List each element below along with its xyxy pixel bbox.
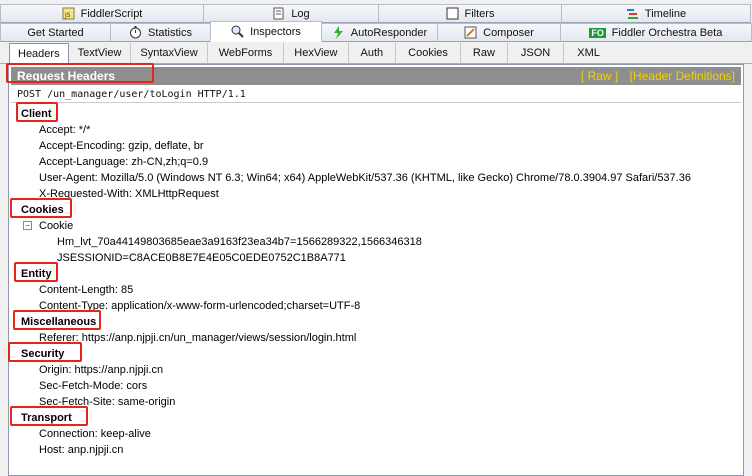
timeline-icon bbox=[626, 7, 639, 20]
header-item[interactable]: Content-Type: application/x-www-form-url… bbox=[39, 298, 360, 314]
tab-label: Fiddler Orchestra Beta bbox=[611, 26, 723, 39]
header-item[interactable]: Sec-Fetch-Site: same-origin bbox=[39, 394, 175, 410]
inspector-subtabs: Headers TextView SyntaxView WebForms Hex… bbox=[0, 43, 752, 64]
header-links: [ Raw ] [Header Definitions] bbox=[573, 69, 735, 83]
cookie-item[interactable]: Hm_lvt_70a44149803685eae3a9163f23ea34b7=… bbox=[57, 234, 422, 250]
group-miscellaneous[interactable]: Miscellaneous bbox=[21, 314, 96, 330]
header-item[interactable]: Content-Length: 85 bbox=[39, 282, 133, 298]
tab-label: Timeline bbox=[644, 7, 687, 20]
stopwatch-icon bbox=[129, 26, 142, 39]
group-cookies[interactable]: Cookies bbox=[21, 202, 64, 218]
subtab-label: Raw bbox=[472, 47, 495, 59]
tab-label: AutoResponder bbox=[350, 26, 428, 39]
subtab-raw[interactable]: Raw bbox=[461, 43, 508, 63]
header-item[interactable]: Accept-Encoding: gzip, deflate, br bbox=[39, 138, 203, 154]
tab-timeline[interactable]: Timeline bbox=[561, 4, 751, 23]
collapse-icon[interactable]: − bbox=[23, 221, 32, 230]
tab-composer[interactable]: Composer bbox=[437, 23, 561, 42]
group-entity[interactable]: Entity bbox=[21, 266, 52, 282]
subtab-label: JSON bbox=[520, 47, 551, 59]
tab-label: Get Started bbox=[27, 26, 84, 39]
request-headers-bar: Request Headers [ Raw ] [Header Definiti… bbox=[11, 67, 741, 85]
subtab-textview[interactable]: TextView bbox=[69, 43, 132, 63]
panel-title: Request Headers bbox=[17, 69, 116, 83]
lightning-icon bbox=[332, 26, 345, 39]
header-item[interactable]: Referer: https://anp.njpji.cn/un_manager… bbox=[39, 330, 356, 346]
subtab-json[interactable]: JSON bbox=[508, 43, 565, 63]
tab-filters[interactable]: Filters bbox=[378, 4, 562, 23]
raw-link[interactable]: [ Raw ] bbox=[581, 69, 618, 83]
fo-icon-text: FO bbox=[589, 27, 606, 38]
tab-get-started[interactable]: Get Started bbox=[0, 23, 111, 42]
tab-label: Log bbox=[291, 7, 310, 20]
subtab-label: HexView bbox=[294, 47, 338, 59]
header-item[interactable]: X-Requested-With: XMLHttpRequest bbox=[39, 186, 219, 202]
checkbox-icon bbox=[446, 7, 459, 20]
subtab-cookies[interactable]: Cookies bbox=[396, 43, 461, 63]
subtab-auth[interactable]: Auth bbox=[349, 43, 397, 63]
header-item[interactable]: Connection: keep-alive bbox=[39, 426, 151, 442]
tab-fiddlerscript[interactable]: JS FiddlerScript bbox=[0, 4, 204, 23]
fo-icon: FO bbox=[589, 26, 606, 39]
group-client[interactable]: Client bbox=[21, 106, 52, 122]
tab-label: Statistics bbox=[147, 26, 192, 39]
subtab-hexview[interactable]: HexView bbox=[284, 43, 349, 63]
subtab-label: SyntaxView bbox=[140, 47, 198, 59]
subtab-syntaxview[interactable]: SyntaxView bbox=[131, 43, 208, 63]
script-icon: JS bbox=[62, 7, 75, 20]
subtab-label: TextView bbox=[77, 47, 122, 59]
subtab-headers[interactable]: Headers bbox=[9, 43, 69, 64]
tab-fiddler-orchestra[interactable]: FO Fiddler Orchestra Beta bbox=[560, 23, 752, 42]
tab-autoresponder[interactable]: AutoResponder bbox=[321, 23, 438, 42]
tab-row-2: Get Started Statistics Inspectors AutoRe… bbox=[0, 21, 752, 42]
tab-label: FiddlerScript bbox=[80, 7, 143, 20]
header-item[interactable]: Origin: https://anp.njpji.cn bbox=[39, 362, 163, 378]
subtab-webforms[interactable]: WebForms bbox=[208, 43, 285, 63]
subtab-label: Headers bbox=[18, 47, 60, 60]
tab-statistics[interactable]: Statistics bbox=[110, 23, 211, 42]
group-security[interactable]: Security bbox=[21, 346, 64, 362]
group-transport[interactable]: Transport bbox=[21, 410, 72, 426]
header-item[interactable]: Accept-Language: zh-CN,zh;q=0.9 bbox=[39, 154, 208, 170]
subtab-label: WebForms bbox=[218, 47, 273, 59]
subtab-label: XML bbox=[577, 47, 600, 59]
request-line: POST /un_manager/user/toLogin HTTP/1.1 bbox=[11, 86, 741, 103]
header-definitions-link[interactable]: [Header Definitions] bbox=[630, 69, 735, 83]
cookie-node[interactable]: Cookie bbox=[39, 218, 73, 234]
pencil-icon bbox=[464, 26, 477, 39]
cookie-item[interactable]: JSESSIONID=C8ACE0B8E7E4E05C0EDE0752C1B8A… bbox=[57, 250, 346, 266]
subtab-xml[interactable]: XML bbox=[564, 43, 613, 63]
tab-inspectors[interactable]: Inspectors bbox=[210, 21, 322, 42]
log-icon bbox=[272, 7, 285, 20]
tab-label: Inspectors bbox=[250, 25, 301, 38]
header-item[interactable]: User-Agent: Mozilla/5.0 (Windows NT 6.3;… bbox=[39, 170, 691, 186]
tab-label: Filters bbox=[464, 7, 495, 20]
tab-row-1: JS FiddlerScript Log Filters Timeline bbox=[0, 4, 752, 23]
header-item[interactable]: Accept: */* bbox=[39, 122, 90, 138]
header-item[interactable]: Sec-Fetch-Mode: cors bbox=[39, 378, 147, 394]
header-item[interactable]: Host: anp.njpji.cn bbox=[39, 442, 123, 458]
headers-panel: Request Headers [ Raw ] [Header Definiti… bbox=[8, 64, 744, 476]
inspector-icon bbox=[231, 25, 244, 38]
svg-text:JS: JS bbox=[64, 12, 71, 19]
subtab-label: Cookies bbox=[408, 47, 448, 59]
subtab-label: Auth bbox=[360, 47, 384, 59]
tab-label: Composer bbox=[483, 26, 534, 39]
